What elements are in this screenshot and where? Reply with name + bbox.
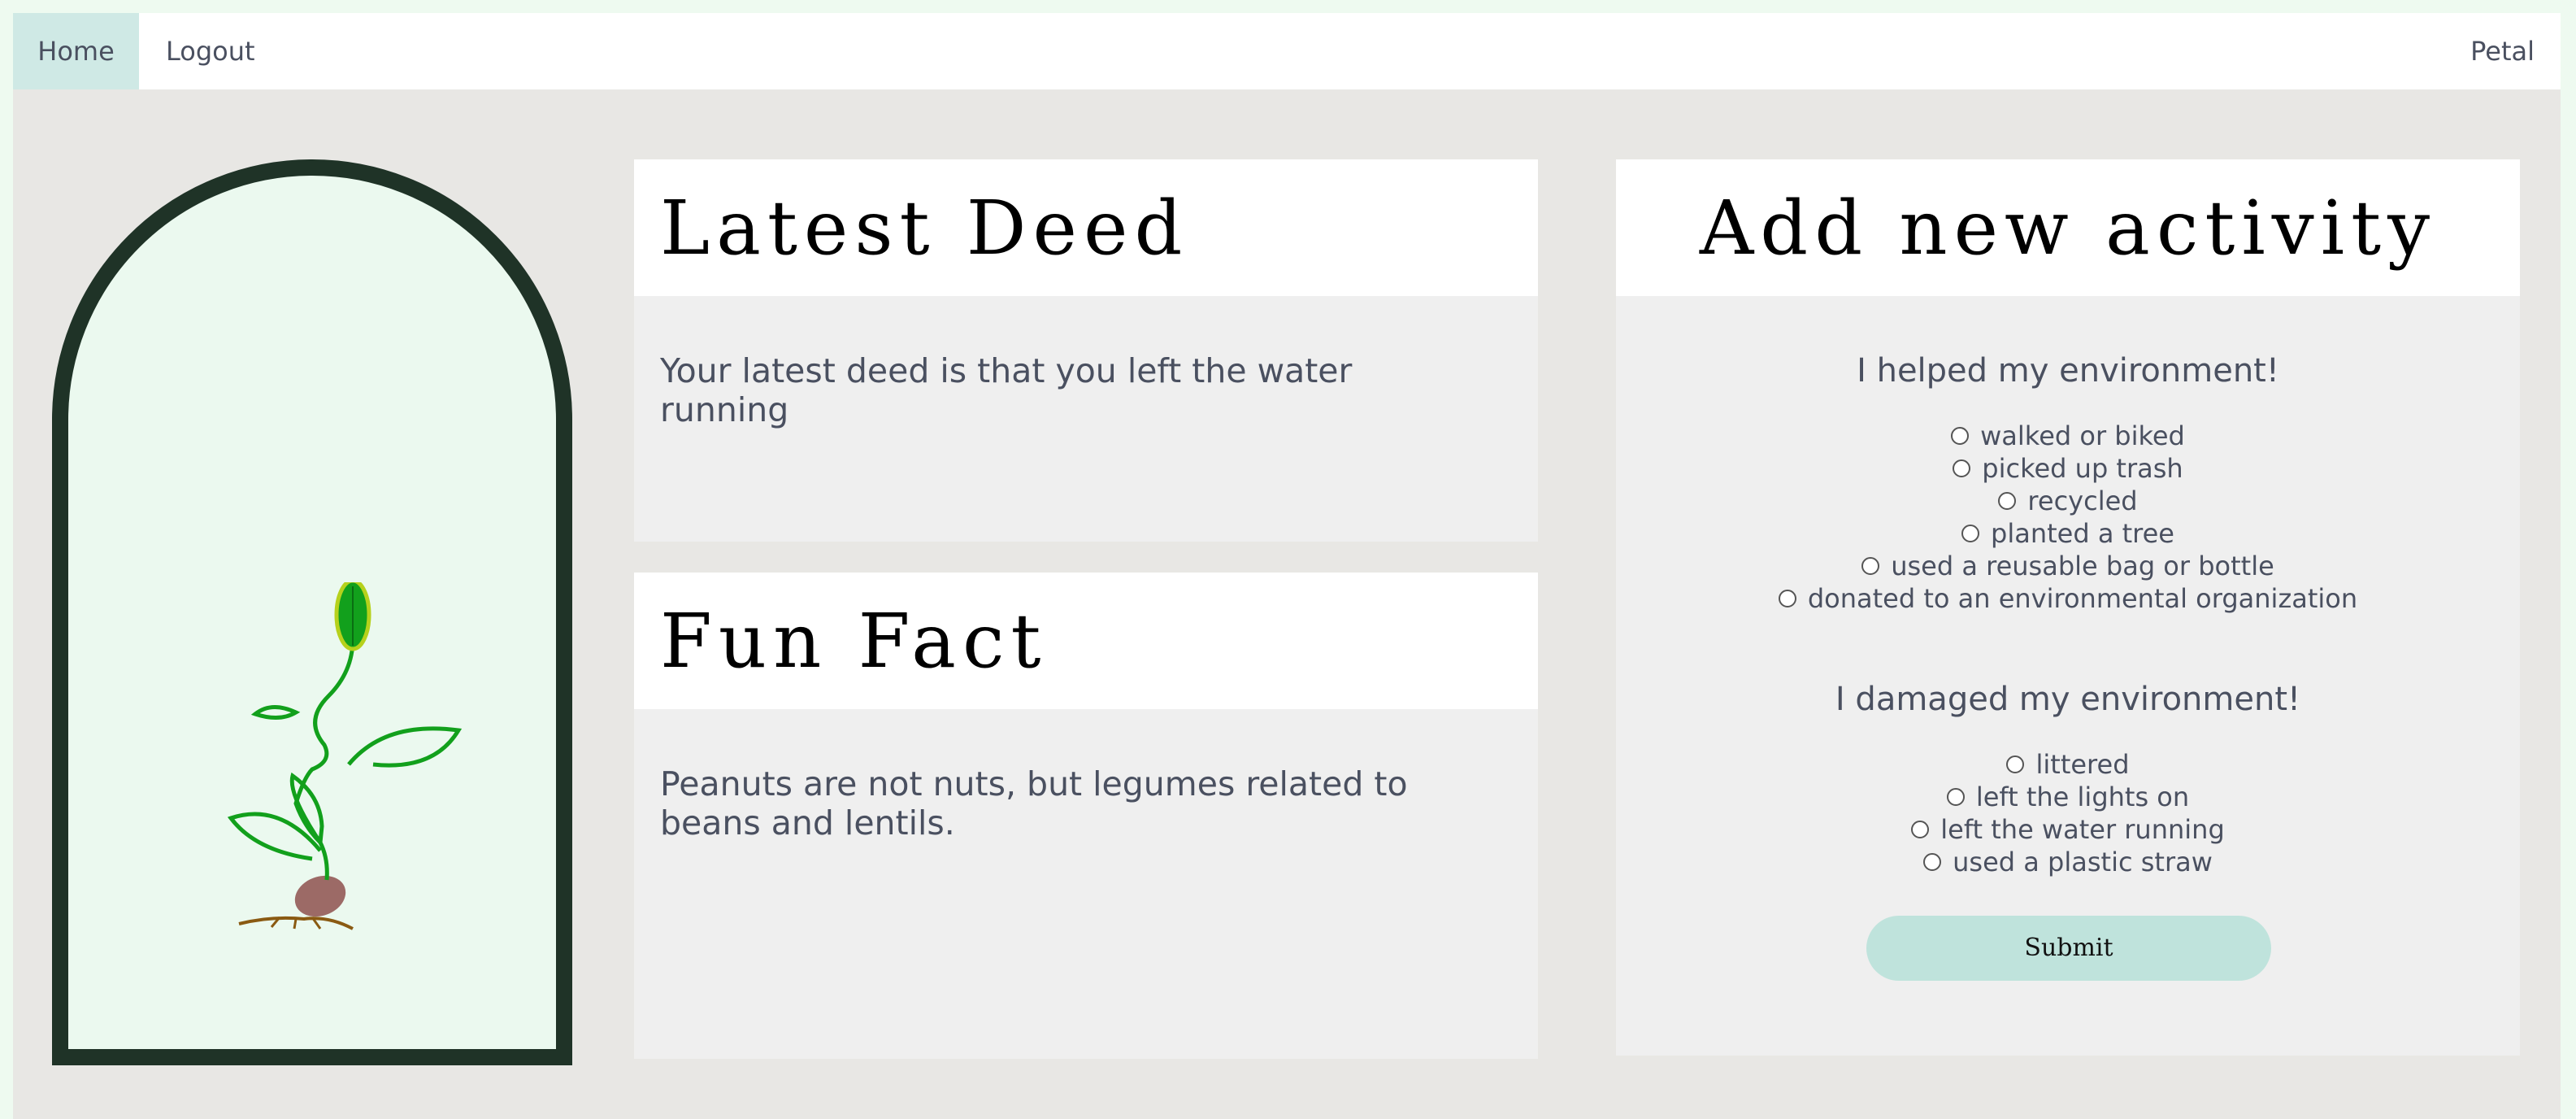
option-label: used a plastic straw <box>1953 847 2213 877</box>
latest-deed-header: Latest Deed <box>634 159 1538 296</box>
helped-group-title: I helped my environment! <box>1857 352 2279 390</box>
option-label: walked or biked <box>1980 420 2185 451</box>
nav-brand-link[interactable]: Petal <box>2470 13 2535 89</box>
radio-button-icon[interactable] <box>1911 821 1930 838</box>
option-label: littered <box>2035 749 2130 780</box>
latest-deed-text: Your latest deed is that you left the wa… <box>660 351 1353 429</box>
helped-option[interactable]: used a reusable bag or bottle <box>1616 550 2520 582</box>
submit-button[interactable]: Submit <box>1866 916 2271 981</box>
fun-fact-title: Fun Fact <box>660 598 1048 685</box>
add-activity-card: Add new activity I helped my environment… <box>1616 159 2520 1056</box>
helped-option[interactable]: donated to an environmental organization <box>1616 582 2520 615</box>
nav-logout-link[interactable]: Logout <box>166 13 255 89</box>
radio-button-icon[interactable] <box>1998 492 2017 510</box>
fun-fact-card: Fun Fact Peanuts are not nuts, but legum… <box>634 573 1538 1059</box>
helped-option[interactable]: walked or biked <box>1616 420 2520 452</box>
radio-button-icon[interactable] <box>1861 557 1880 575</box>
option-label: left the water running <box>1940 814 2225 845</box>
damaged-options: littered left the lights on left the wat… <box>1616 748 2520 878</box>
damaged-option[interactable]: left the lights on <box>1616 781 2520 813</box>
plant-arch-window <box>52 159 572 1065</box>
option-label: planted a tree <box>1991 518 2174 549</box>
option-label: recycled <box>2027 485 2138 516</box>
add-activity-header: Add new activity <box>1616 159 2520 296</box>
helped-option[interactable]: recycled <box>1616 485 2520 517</box>
add-activity-title: Add new activity <box>1699 185 2437 272</box>
radio-button-icon[interactable] <box>1961 525 1980 542</box>
damaged-option[interactable]: littered <box>1616 748 2520 781</box>
option-label: picked up trash <box>1982 453 2183 484</box>
damaged-option[interactable]: used a plastic straw <box>1616 846 2520 878</box>
helped-options: walked or biked picked up trash recycled… <box>1616 420 2520 615</box>
option-label: used a reusable bag or bottle <box>1891 551 2274 581</box>
damaged-group-title: I damaged my environment! <box>1835 681 2301 718</box>
radio-button-icon[interactable] <box>2006 755 2025 773</box>
plant-sprout-icon <box>227 582 463 930</box>
radio-button-icon[interactable] <box>1923 853 1942 871</box>
nav-home-link[interactable]: Home <box>13 13 139 89</box>
damaged-option[interactable]: left the water running <box>1616 813 2520 846</box>
radio-button-icon[interactable] <box>1953 459 1971 477</box>
latest-deed-title: Latest Deed <box>660 185 1189 272</box>
helped-option[interactable]: planted a tree <box>1616 517 2520 550</box>
fun-fact-header: Fun Fact <box>634 573 1538 709</box>
radio-button-icon[interactable] <box>1946 788 1965 806</box>
radio-button-icon[interactable] <box>1778 590 1796 607</box>
fun-fact-text: Peanuts are not nuts, but legumes relate… <box>660 764 1408 843</box>
top-navbar: Home Logout Petal <box>13 13 2561 89</box>
helped-option[interactable]: picked up trash <box>1616 452 2520 485</box>
latest-deed-card: Latest Deed Your latest deed is that you… <box>634 159 1538 542</box>
option-label: donated to an environmental organization <box>1807 583 2358 614</box>
radio-button-icon[interactable] <box>1951 427 1970 445</box>
option-label: left the lights on <box>1975 782 2190 812</box>
